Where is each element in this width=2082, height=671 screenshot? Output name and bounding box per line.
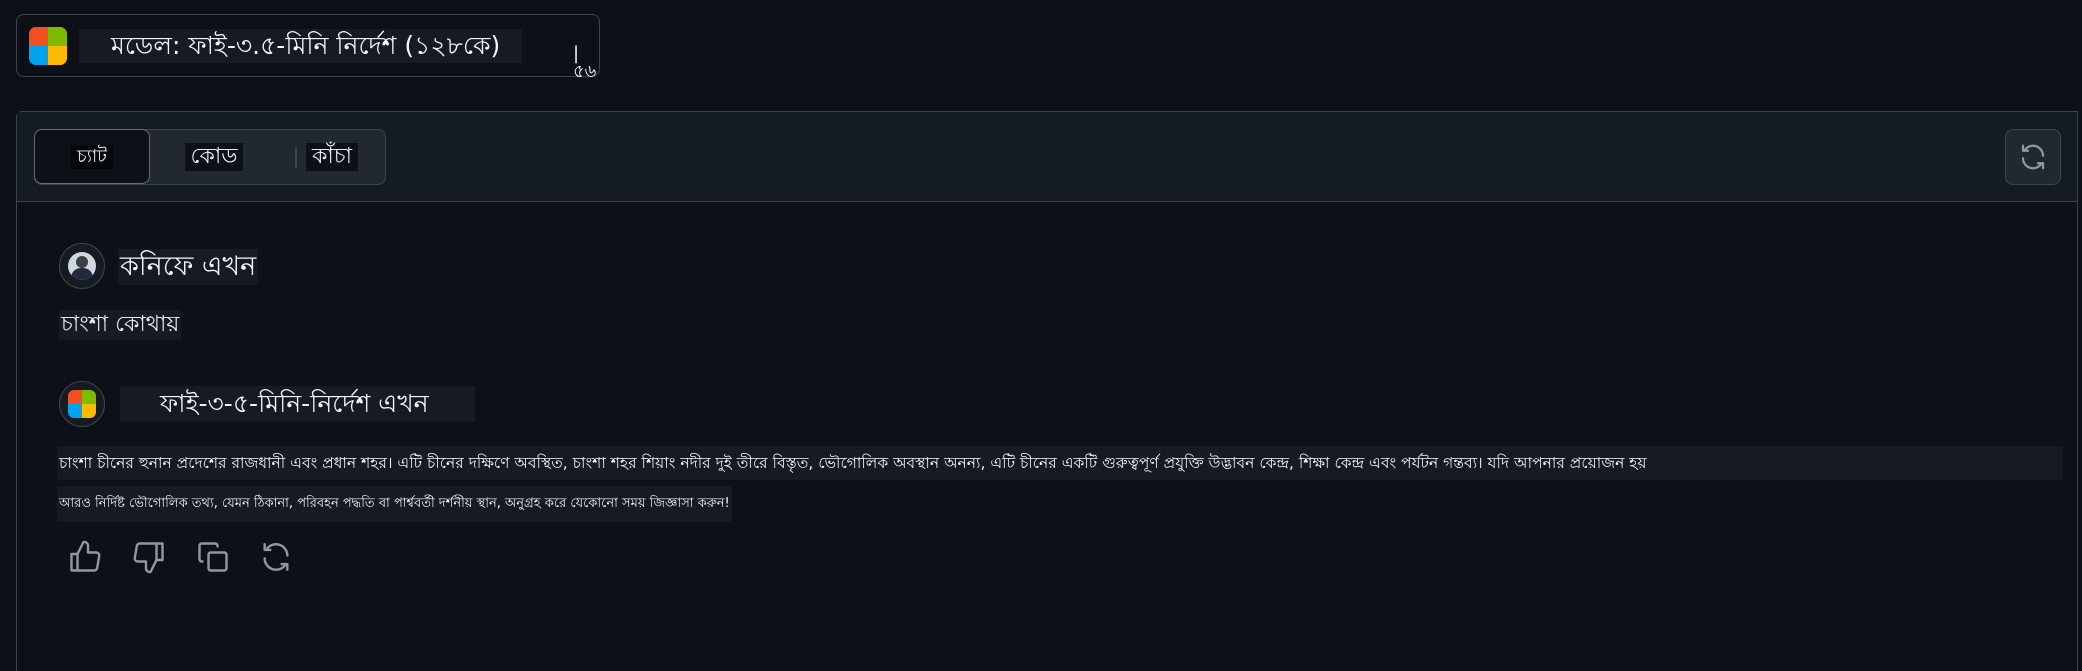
regenerate-icon: [263, 543, 289, 571]
tab-code-label: কোড: [184, 142, 244, 171]
model-suffix: |৫৬: [573, 43, 597, 82]
user-message: চাংশা কোথায়: [59, 310, 182, 340]
regenerate-button[interactable]: [253, 537, 317, 577]
thumbs-up-icon: [70, 540, 101, 572]
user-avatar: [59, 243, 105, 289]
tab-raw[interactable]: কাঁচা: [287, 130, 377, 183]
panel-header: চ্যাট কোড কাঁচা: [17, 112, 2077, 202]
model-selector[interactable]: মডেল: ফাই-৩.৫-মিনি নির্দেশ (১২৮কে) |৫৬: [16, 14, 600, 81]
tab-raw-label: কাঁচা: [305, 142, 359, 171]
message-actions: [61, 537, 317, 577]
user-sender-name: কনিফে এখন: [118, 249, 259, 285]
tab-chat[interactable]: চ্যাট: [34, 129, 150, 184]
assistant-sender-name: ফাই-৩-৫-মিনি-নির্দেশ এখন: [120, 386, 475, 422]
copy-icon: [198, 542, 228, 572]
assistant-message-line: চাংশা চীনের হুনান প্রদেশের রাজধানী এবং প…: [57, 446, 2063, 480]
thumbs-down-button[interactable]: [125, 537, 189, 577]
tab-bar: চ্যাট কোড কাঁচা: [34, 129, 386, 185]
chat-panel: চ্যাট কোড কাঁচা কনিফে এখন চাংশা কোথায় ফ…: [16, 111, 2078, 671]
refresh-icon: [2021, 144, 2045, 170]
tab-chat-label: চ্যাট: [71, 144, 113, 169]
refresh-button[interactable]: [2005, 129, 2061, 185]
microsoft-logo-icon: [68, 390, 96, 418]
tab-code[interactable]: কোড: [159, 130, 269, 183]
assistant-avatar: [59, 381, 105, 427]
model-name: মডেল: ফাই-৩.৫-মিনি নির্দেশ (১২৮কে): [79, 29, 523, 63]
thumbs-down-icon: [133, 542, 164, 574]
microsoft-logo-icon: [29, 27, 67, 65]
assistant-message-line: আরও নির্দিষ্ট ভৌগোলিক তথ্য, যেমন ঠিকানা,…: [57, 486, 732, 522]
thumbs-up-button[interactable]: [61, 537, 125, 577]
copy-button[interactable]: [189, 537, 253, 577]
